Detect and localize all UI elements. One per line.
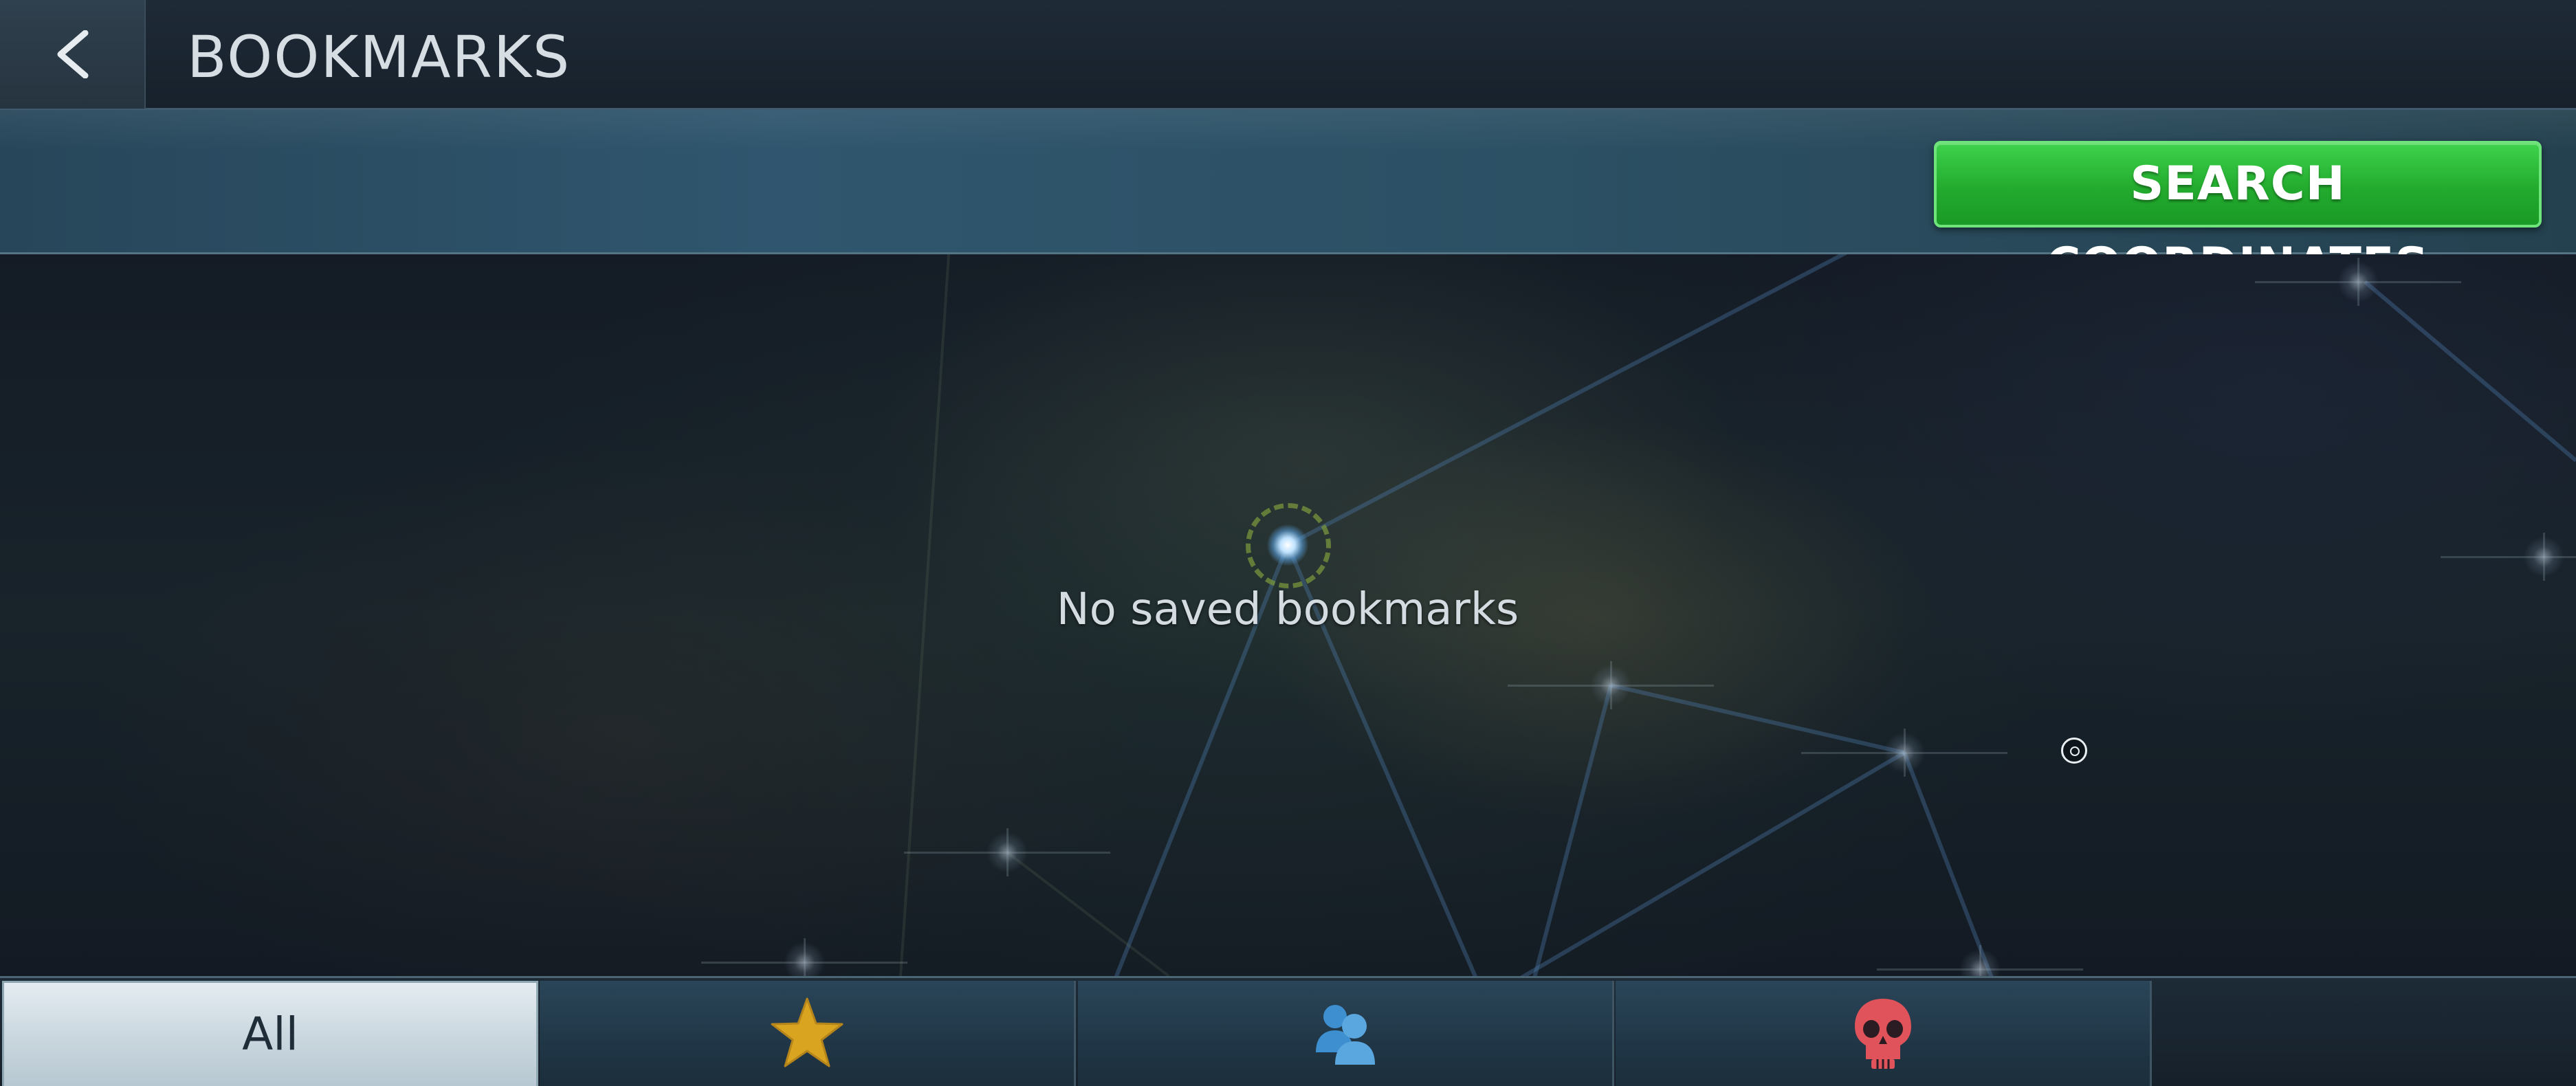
star-system: [2255, 258, 2461, 306]
toolbar: SEARCH COORDINATES: [0, 110, 2576, 292]
star-system: [1508, 661, 1714, 709]
tab-all-label: All: [242, 1008, 298, 1061]
skull-icon: [1845, 996, 1921, 1072]
star-system: [2441, 533, 2576, 581]
chevron-left-icon: [57, 30, 89, 78]
star-system: [1801, 729, 2007, 777]
bookmark-filter-tabs: All: [0, 976, 2576, 1086]
tab-favorites[interactable]: [540, 981, 1076, 1086]
galaxy-map-background: No saved bookmarks: [0, 254, 2576, 976]
empty-state-message: No saved bookmarks: [1056, 584, 1519, 635]
header-bar: BOOKMARKS: [0, 0, 2576, 110]
search-coordinates-button[interactable]: SEARCH COORDINATES: [1934, 141, 2542, 292]
page-title: BOOKMARKS: [187, 23, 571, 91]
tab-enemies[interactable]: [1616, 981, 2152, 1086]
cursor-indicator-icon: [2061, 738, 2087, 764]
bookmarks-screen: BOOKMARKS SEARCH COORDINATES: [0, 0, 2576, 1086]
home-star-marker: [1236, 494, 1339, 597]
tab-friends[interactable]: [1078, 981, 1614, 1086]
tab-all[interactable]: All: [2, 981, 538, 1086]
users-icon: [1308, 996, 1383, 1072]
back-button[interactable]: [0, 0, 146, 109]
star-system: [904, 828, 1110, 876]
star-icon: [769, 996, 845, 1072]
